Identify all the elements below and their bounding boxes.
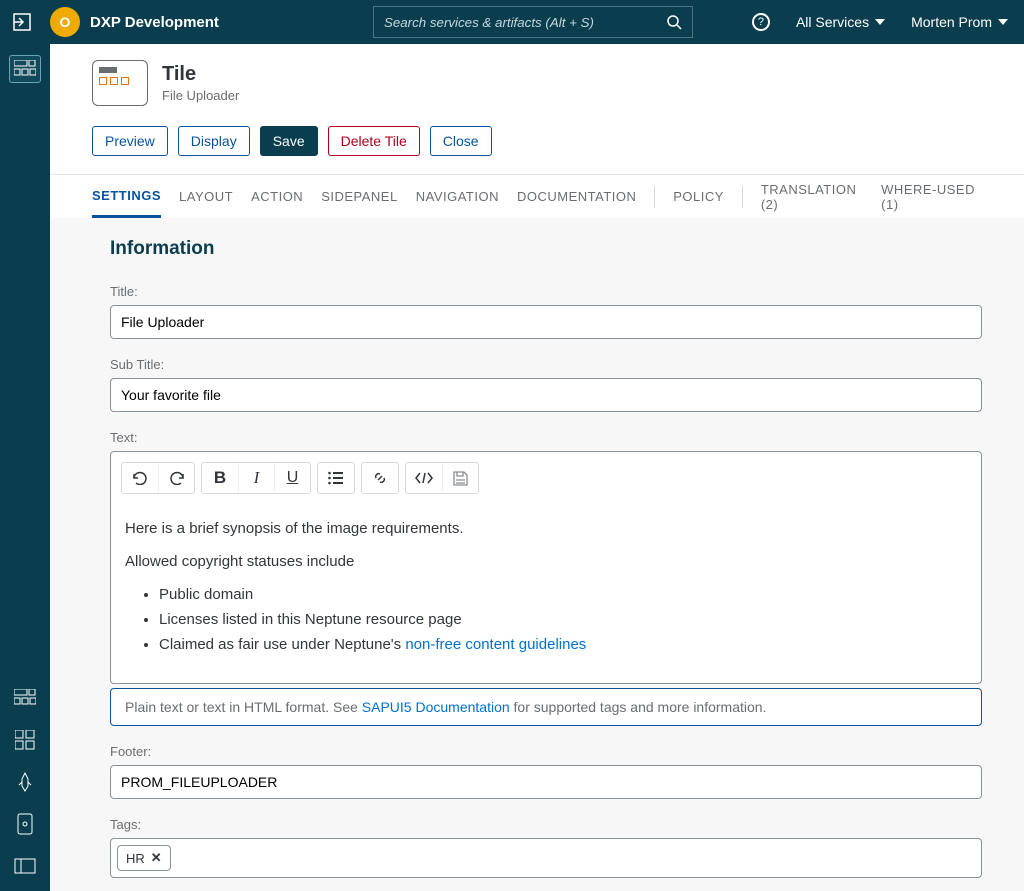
- tag-remove-icon[interactable]: ✕: [151, 850, 162, 866]
- redo-icon[interactable]: [158, 463, 194, 493]
- nav-toggle-icon[interactable]: [0, 0, 44, 44]
- rail-device-icon[interactable]: [10, 811, 40, 837]
- rte-allowed: Allowed copyright statuses include: [125, 553, 967, 570]
- text-label: Text:: [110, 430, 982, 445]
- subtitle-input[interactable]: [110, 378, 982, 412]
- tag-hr[interactable]: HR ✕: [117, 845, 171, 871]
- user-name-label: Morten Prom: [911, 14, 992, 30]
- search-input[interactable]: [384, 15, 666, 30]
- footer-label: Footer:: [110, 744, 982, 759]
- rte-bullet: Public domain: [159, 586, 967, 603]
- title-input[interactable]: [110, 305, 982, 339]
- tab-action[interactable]: ACTION: [251, 175, 303, 218]
- all-services-label: All Services: [796, 14, 869, 30]
- tab-navigation[interactable]: NAVIGATION: [416, 175, 499, 218]
- list-icon[interactable]: [318, 463, 354, 493]
- bold-icon[interactable]: B: [202, 463, 238, 493]
- top-right-menu: ? All Services Morten Prom: [752, 13, 1008, 31]
- tab-translation[interactable]: TRANSLATION (2): [761, 175, 863, 218]
- global-search[interactable]: [373, 6, 693, 38]
- preview-button[interactable]: Preview: [92, 126, 168, 156]
- app-title: DXP Development: [90, 14, 219, 31]
- italic-icon[interactable]: I: [238, 463, 274, 493]
- rail-app1-icon[interactable]: [10, 685, 40, 711]
- top-bar: O DXP Development ? All Services Morten …: [0, 0, 1024, 44]
- rte-content-area[interactable]: Here is a brief synopsis of the image re…: [111, 504, 981, 683]
- tab-layout[interactable]: LAYOUT: [179, 175, 233, 218]
- main-content: Tile File Uploader Preview Display Save …: [50, 44, 1024, 891]
- footer-input[interactable]: [110, 765, 982, 799]
- doc-link[interactable]: SAPUI5 Documentation: [362, 699, 510, 715]
- tile-icon: [92, 60, 148, 106]
- undo-icon[interactable]: [122, 463, 158, 493]
- page-title: Tile: [162, 63, 239, 86]
- user-menu[interactable]: Morten Prom: [911, 14, 1008, 30]
- guidelines-link[interactable]: non-free content guidelines: [405, 636, 586, 653]
- rte-bullet: Claimed as fair use under Neptune's non-…: [159, 636, 967, 653]
- section-title: Information: [110, 238, 982, 260]
- display-button[interactable]: Display: [178, 126, 250, 156]
- underline-icon[interactable]: U: [274, 463, 310, 493]
- rich-text-editor[interactable]: B I U: [110, 451, 982, 684]
- save-button[interactable]: Save: [260, 126, 318, 156]
- rail-rocket-icon[interactable]: [10, 769, 40, 795]
- search-icon: [666, 14, 682, 30]
- tab-where-used[interactable]: WHERE-USED (1): [881, 175, 982, 218]
- rail-grid-icon[interactable]: [10, 727, 40, 753]
- rte-bullet: Licenses listed in this Neptune resource…: [159, 611, 967, 628]
- tab-documentation[interactable]: DOCUMENTATION: [517, 175, 636, 218]
- rte-toolbar: B I U: [111, 452, 981, 504]
- title-label: Title:: [110, 284, 982, 299]
- tab-settings[interactable]: SETTINGS: [92, 175, 161, 218]
- chevron-down-icon: [875, 19, 885, 25]
- tag-label: HR: [126, 851, 145, 866]
- rte-intro: Here is a brief synopsis of the image re…: [125, 520, 967, 537]
- tags-label: Tags:: [110, 817, 982, 832]
- help-icon[interactable]: ?: [752, 13, 770, 31]
- chevron-down-icon: [998, 19, 1008, 25]
- tabs: SETTINGS LAYOUT ACTION SIDEPANEL NAVIGAT…: [50, 174, 1024, 218]
- tab-policy[interactable]: POLICY: [673, 175, 724, 218]
- close-button[interactable]: Close: [430, 126, 492, 156]
- tab-sidepanel[interactable]: SIDEPANEL: [321, 175, 398, 218]
- page-subtitle: File Uploader: [162, 88, 239, 103]
- link-icon[interactable]: [362, 463, 398, 493]
- info-strip: Plain text or text in HTML format. See S…: [110, 688, 982, 726]
- side-rail: [0, 44, 50, 891]
- all-services-menu[interactable]: All Services: [796, 14, 885, 30]
- rail-tiles-icon[interactable]: [10, 56, 40, 82]
- save-rte-icon[interactable]: [442, 463, 478, 493]
- subtitle-label: Sub Title:: [110, 357, 982, 372]
- tags-input[interactable]: HR ✕: [110, 838, 982, 878]
- delete-tile-button[interactable]: Delete Tile: [328, 126, 420, 156]
- app-logo: O: [50, 7, 80, 37]
- rail-panel-icon[interactable]: [10, 853, 40, 879]
- code-icon[interactable]: [406, 463, 442, 493]
